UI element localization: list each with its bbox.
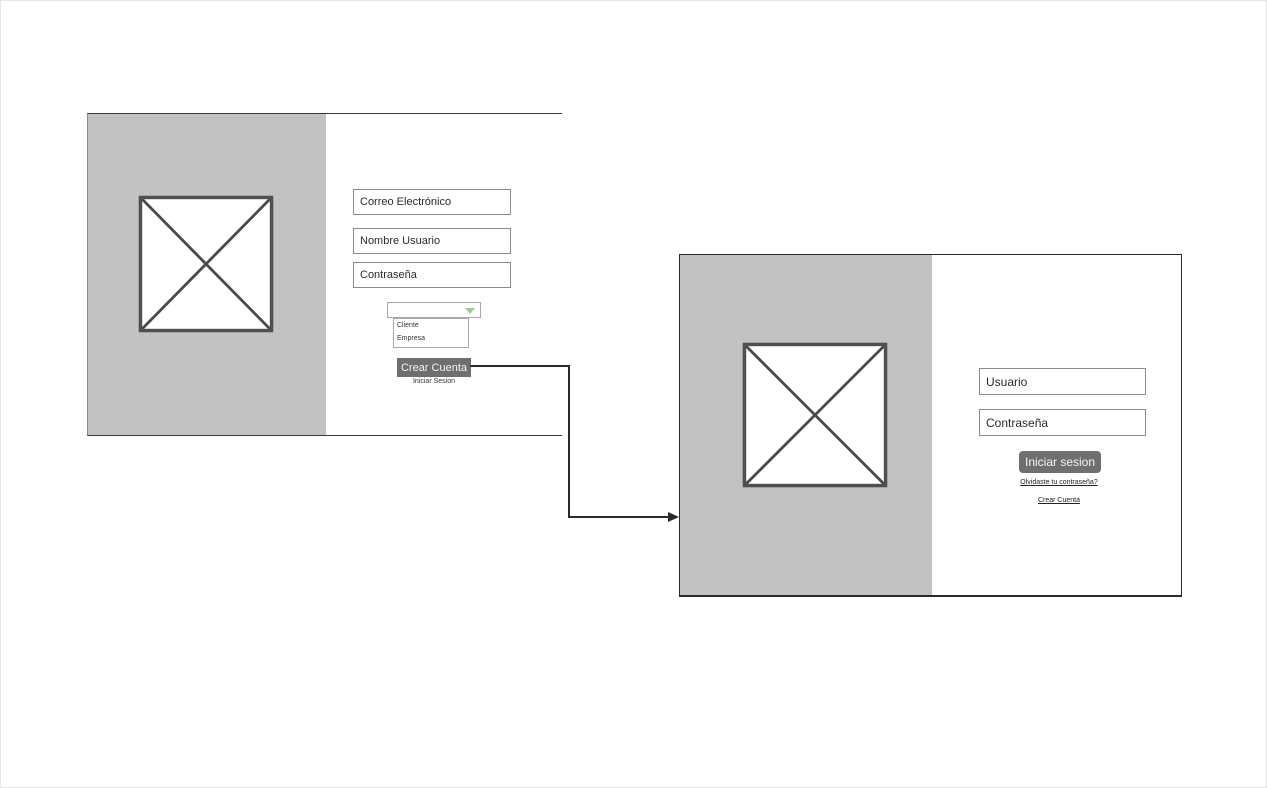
login-button[interactable]: Iniciar sesion: [1019, 451, 1101, 473]
login-password-field[interactable]: Contraseña: [979, 409, 1146, 436]
login-username-placeholder: Usuario: [986, 374, 1028, 389]
login-password-placeholder: Contraseña: [986, 415, 1049, 430]
login-username-field[interactable]: Usuario: [979, 368, 1146, 395]
image-placeholder-icon: [743, 343, 887, 487]
login-frame: Usuario Contraseña Iniciar sesion Olvida…: [679, 254, 1182, 597]
forgot-password-link[interactable]: Olvidaste tu contraseña?: [979, 479, 1139, 486]
create-account-link[interactable]: Crear Cuenta: [979, 497, 1139, 504]
